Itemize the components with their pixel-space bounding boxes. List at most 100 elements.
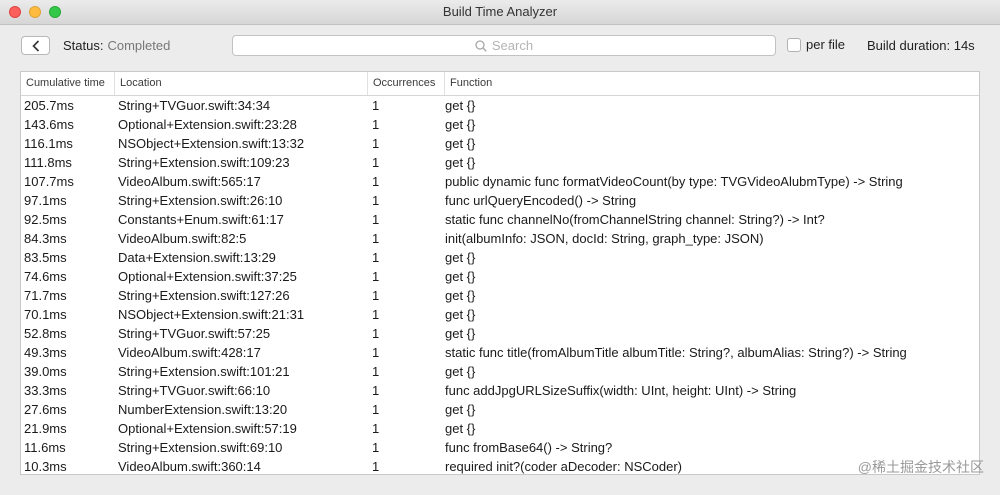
table-row[interactable]: 39.0ms String+Extension.swift:101:21 1 get … (21, 362, 979, 381)
table-row[interactable]: 111.8ms String+Extension.swift:109:23 1 get… (21, 153, 979, 172)
table-row[interactable]: 21.9ms Optional+Extension.swift:57:19 1 get… (21, 419, 979, 438)
cell-occurrences: 1 (372, 326, 380, 341)
table-row[interactable]: 33.3ms String+TVGuor.swift:66:10 1 func add… (21, 381, 979, 400)
table-row[interactable]: 52.8ms String+TVGuor.swift:57:25 1 get {} (21, 324, 979, 343)
search-placeholder: Search (491, 38, 534, 53)
cell-location: String+TVGuor.swift:34:34 (118, 98, 271, 113)
per-file-label: per file (806, 37, 846, 52)
cell-occurrences: 1 (372, 231, 380, 246)
cell-function: get {} (445, 364, 476, 379)
cell-function: func addJpgURLSizeSuffix(width: UInt, he… (445, 383, 797, 398)
table-row[interactable]: 11.6ms String+Extension.swift:69:10 1 func … (21, 438, 979, 457)
cell-location: String+Extension.swift:109:23 (118, 155, 290, 170)
cell-cumulative-time: 52.8ms (24, 326, 67, 341)
cell-location: String+Extension.swift:127:26 (118, 288, 290, 303)
cell-location: VideoAlbum.swift:360:14 (118, 459, 261, 474)
per-file-checkbox[interactable] (787, 37, 801, 52)
status-display: Status: Completed (63, 38, 170, 53)
table-row[interactable]: 116.1ms NSObject+Extension.swift:13:32 1 ge… (21, 134, 979, 153)
cell-location: NSObject+Extension.swift:21:31 (118, 307, 305, 322)
cell-cumulative-time: 83.5ms (24, 250, 67, 265)
cell-occurrences: 1 (372, 174, 380, 189)
table-header: Cumulative time Location Occurrences Fun… (21, 72, 979, 96)
cell-function: public dynamic func formatVideoCount(by … (445, 174, 903, 189)
table-row[interactable]: 97.1ms String+Extension.swift:26:10 1 func … (21, 191, 979, 210)
table-row[interactable]: 49.3ms VideoAlbum.swift:428:17 1 static fun… (21, 343, 979, 362)
cell-cumulative-time: 39.0ms (24, 364, 67, 379)
watermark: @稀土掘金技术社区 (857, 459, 984, 475)
cell-function: static func channelNo(fromChannelString … (445, 212, 825, 227)
table-row[interactable]: 10.3ms VideoAlbum.swift:360:14 1 required i… (21, 457, 979, 474)
cell-cumulative-time: 74.6ms (24, 269, 67, 284)
cell-cumulative-time: 10.3ms (24, 459, 67, 474)
table-row[interactable]: 70.1ms NSObject+Extension.swift:21:31 1 get… (21, 305, 979, 324)
table-row[interactable]: 84.3ms VideoAlbum.swift:82:5 1 init(albumIn… (21, 229, 979, 248)
cell-location: VideoAlbum.swift:565:17 (118, 174, 261, 189)
cell-cumulative-time: 27.6ms (24, 402, 67, 417)
cell-occurrences: 1 (372, 117, 380, 132)
results-table[interactable]: Cumulative time Location Occurrences Fun… (20, 71, 980, 475)
cell-cumulative-time: 92.5ms (24, 212, 67, 227)
cell-occurrences: 1 (372, 383, 380, 398)
column-header-cumulative-time[interactable]: Cumulative time (21, 72, 115, 95)
table-row[interactable]: 107.7ms VideoAlbum.swift:565:17 1 public dy… (21, 172, 979, 191)
cell-location: String+Extension.swift:26:10 (118, 193, 283, 208)
table-row[interactable]: 83.5ms Data+Extension.swift:13:29 1 get {} (21, 248, 979, 267)
cell-location: Constants+Enum.swift:61:17 (118, 212, 284, 227)
cell-occurrences: 1 (372, 212, 380, 227)
cell-cumulative-time: 107.7ms (24, 174, 74, 189)
column-header-occurrences[interactable]: Occurrences (368, 72, 445, 95)
cell-function: get {} (445, 307, 476, 322)
cell-location: String+TVGuor.swift:57:25 (118, 326, 271, 341)
cell-cumulative-time: 116.1ms (24, 136, 73, 151)
cell-location: String+TVGuor.swift:66:10 (118, 383, 271, 398)
table-row[interactable]: 92.5ms Constants+Enum.swift:61:17 1 static … (21, 210, 979, 229)
cell-occurrences: 1 (372, 402, 380, 417)
cell-location: String+Extension.swift:69:10 (118, 440, 283, 455)
cell-occurrences: 1 (372, 345, 380, 360)
cell-location: Optional+Extension.swift:37:25 (118, 269, 297, 284)
title-bar: Build Time Analyzer (0, 0, 1000, 25)
cell-function: get {} (445, 326, 476, 341)
cell-location: Optional+Extension.swift:23:28 (118, 117, 297, 132)
cell-occurrences: 1 (372, 155, 380, 170)
cell-occurrences: 1 (372, 98, 380, 113)
cell-cumulative-time: 70.1ms (24, 307, 67, 322)
cell-function: static func title(fromAlbumTitle albumTi… (445, 345, 907, 360)
cell-location: String+Extension.swift:101:21 (118, 364, 290, 379)
cell-occurrences: 1 (372, 250, 380, 265)
cell-cumulative-time: 143.6ms (24, 117, 74, 132)
table-row[interactable]: 27.6ms NumberExtension.swift:13:20 1 get {} (21, 400, 979, 419)
cell-cumulative-time: 11.6ms (24, 440, 66, 455)
search-field[interactable]: Search (232, 35, 776, 56)
cell-occurrences: 1 (372, 269, 380, 284)
column-header-location[interactable]: Location (115, 72, 368, 95)
cell-function: func urlQueryEncoded() -> String (445, 193, 637, 208)
cell-function: get {} (445, 117, 476, 132)
cell-function: get {} (445, 155, 476, 170)
per-file-toggle[interactable]: per file (787, 37, 845, 52)
search-icon (475, 39, 487, 52)
cell-occurrences: 1 (372, 459, 380, 474)
cell-occurrences: 1 (372, 421, 380, 436)
cell-cumulative-time: 33.3ms (24, 383, 67, 398)
chevron-left-icon (31, 39, 39, 52)
column-header-function[interactable]: Function (445, 72, 979, 95)
cell-function: func fromBase64() -> String? (445, 440, 613, 455)
table-row[interactable]: 205.7ms String+TVGuor.swift:34:34 1 get {} (21, 96, 979, 115)
cell-cumulative-time: 21.9ms (24, 421, 67, 436)
window-title: Build Time Analyzer (442, 4, 558, 19)
cell-cumulative-time: 97.1ms (24, 193, 67, 208)
cell-cumulative-time: 205.7ms (24, 98, 74, 113)
table-row[interactable]: 74.6ms Optional+Extension.swift:37:25 1 get… (21, 267, 979, 286)
cell-cumulative-time: 71.7ms (24, 288, 67, 303)
back-button[interactable] (21, 36, 50, 55)
cell-function: get {} (445, 136, 476, 151)
table-row[interactable]: 143.6ms Optional+Extension.swift:23:28 1 ge… (21, 115, 979, 134)
cell-cumulative-time: 111.8ms (24, 155, 72, 170)
cell-function: get {} (445, 421, 476, 436)
cell-function: get {} (445, 288, 476, 303)
cell-occurrences: 1 (372, 193, 380, 208)
cell-cumulative-time: 49.3ms (24, 345, 67, 360)
table-row[interactable]: 71.7ms String+Extension.swift:127:26 1 get … (21, 286, 979, 305)
